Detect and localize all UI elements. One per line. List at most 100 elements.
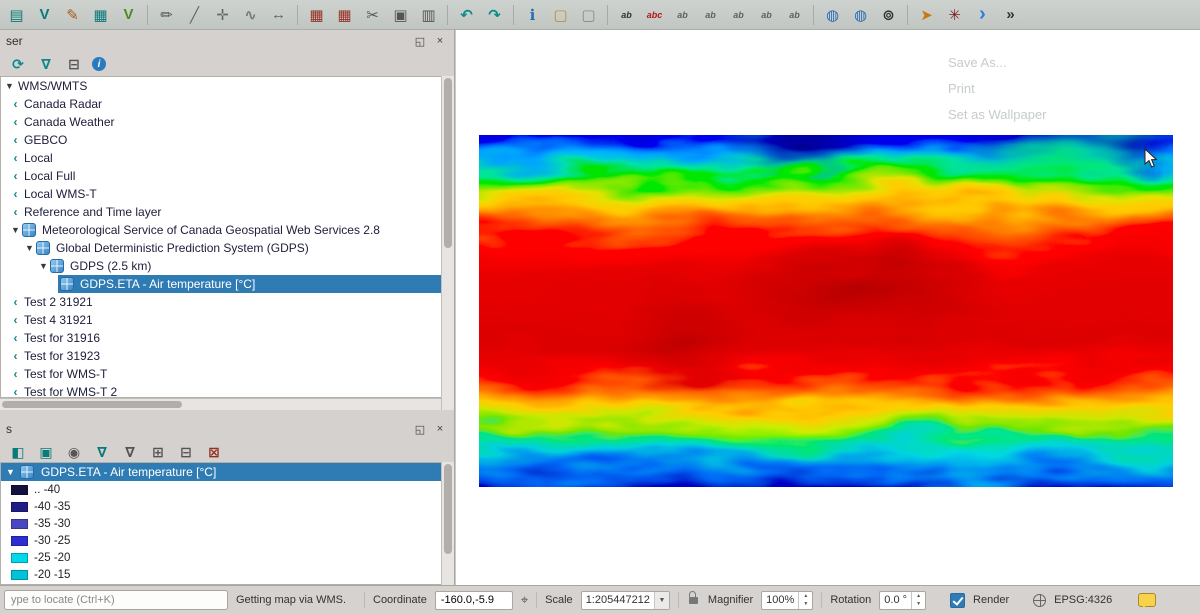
legend-item[interactable]: -20 -15 (1, 566, 441, 583)
spin-up-icon[interactable]: ▲ (912, 592, 925, 601)
chevron-collapsed-icon[interactable]: ‹ (9, 98, 22, 110)
undo-icon[interactable]: ↶ (454, 4, 479, 26)
render-checkbox[interactable] (950, 593, 965, 608)
bookmark-label-icon[interactable]: ab (782, 4, 807, 26)
tree-item-test-for-31916[interactable]: ‹ Test for 31916 (1, 329, 441, 347)
float-panel-icon[interactable]: ◱ (412, 33, 428, 49)
scrollbar-thumb[interactable] (444, 464, 452, 554)
save-project-icon[interactable]: ▦ (88, 4, 113, 26)
legend-item[interactable]: -30 -25 (1, 532, 441, 549)
tree-item-test-for-wms-t[interactable]: ‹ Test for WMS-T (1, 365, 441, 383)
expand-all-icon[interactable]: ⊞ (148, 442, 168, 462)
tree-item-canada-weather[interactable]: ‹ Canada Weather (1, 113, 441, 131)
tree-item-wms-wmts[interactable]: ▼ WMS/WMTS (1, 77, 441, 95)
chevron-down-icon[interactable]: ▼ (654, 592, 669, 609)
toolbar-overflow-icon[interactable]: » (998, 4, 1023, 26)
layer-diagram-icon[interactable]: ab (698, 4, 723, 26)
chevron-expanded-icon[interactable]: ▼ (4, 468, 17, 477)
chevron-collapsed-icon[interactable]: ‹ (9, 296, 22, 308)
metasearch-icon[interactable]: ◍ (820, 4, 845, 26)
attribute-table-icon[interactable]: ▦ (332, 4, 357, 26)
spin-down-icon[interactable]: ▼ (799, 600, 812, 609)
refresh-icon[interactable]: ⟳ (8, 54, 28, 74)
new-shapefile-layer-icon[interactable]: V (32, 4, 57, 26)
field-calculator-icon[interactable]: ▦ (304, 4, 329, 26)
chevron-collapsed-icon[interactable]: ‹ (9, 206, 22, 218)
tree-item-local[interactable]: ‹ Local (1, 149, 441, 167)
chevron-expanded-icon[interactable]: ▼ (9, 226, 22, 235)
copy-features-icon[interactable]: ▣ (388, 4, 413, 26)
spin-up-icon[interactable]: ▲ (799, 592, 812, 601)
spin-down-icon[interactable]: ▼ (912, 600, 925, 609)
filter-expression-icon[interactable]: ∇ (120, 442, 140, 462)
chevron-expanded-icon[interactable]: ▼ (23, 244, 36, 253)
filter-browser-icon[interactable]: ∇ (36, 54, 56, 74)
tree-item-gdps-eta-air-temperature[interactable]: GDPS.ETA - Air temperature [°C] (58, 275, 441, 293)
new-virtual-layer-icon[interactable]: V (116, 4, 141, 26)
legend-item[interactable]: -25 -20 (1, 549, 441, 566)
coordinate-input[interactable] (435, 591, 513, 610)
collapse-all-icon[interactable]: ⊟ (64, 54, 84, 74)
manage-map-themes-icon[interactable]: ◉ (64, 442, 84, 462)
redo-icon[interactable]: ↷ (482, 4, 507, 26)
vertex-tool-icon[interactable]: ╱ (182, 4, 207, 26)
tree-item-gdps-system[interactable]: ▼ Global Deterministic Prediction System… (1, 239, 441, 257)
crs-globe-icon[interactable] (1033, 594, 1046, 607)
layer-item-gdps-eta-air-temperature[interactable]: ▼ GDPS.ETA - Air temperature [°C] (1, 463, 441, 481)
chevron-expanded-icon[interactable]: ▼ (3, 82, 16, 91)
chevron-collapsed-icon[interactable]: ‹ (9, 170, 22, 182)
open-layer-styling-icon[interactable]: ◧ (8, 442, 28, 462)
add-group-icon[interactable]: ▣ (36, 442, 56, 462)
tree-item-gdps-25km[interactable]: ▼ GDPS (2.5 km) (1, 257, 441, 275)
measure-line-icon[interactable]: ↔ (266, 4, 291, 26)
tree-item-local-wms-t[interactable]: ‹ Local WMS-T (1, 185, 441, 203)
cut-features-icon[interactable]: ✂ (360, 4, 385, 26)
close-panel-icon[interactable]: × (432, 33, 448, 49)
crs-label[interactable]: EPSG:4326 (1054, 594, 1112, 606)
close-panel-icon[interactable]: × (432, 421, 448, 437)
remove-layer-icon[interactable]: ⊠ (204, 442, 224, 462)
chevron-collapsed-icon[interactable]: ‹ (9, 386, 22, 398)
browser-horizontal-scrollbar[interactable] (0, 398, 441, 410)
label-abc-icon[interactable]: abc (642, 4, 667, 26)
scrollbar-thumb[interactable] (2, 401, 182, 408)
tree-item-canada-radar[interactable]: ‹ Canada Radar (1, 95, 441, 113)
scale-combobox[interactable]: 1:205447212 ▼ (581, 591, 670, 610)
snapping-options-icon[interactable]: ∿ (238, 4, 263, 26)
annotation-icon[interactable]: ab (754, 4, 779, 26)
chevron-collapsed-icon[interactable]: ‹ (9, 368, 22, 380)
tree-item-msc-geospatial-services[interactable]: ▼ Meteorological Service of Canada Geosp… (1, 221, 441, 239)
layer-labeling-icon[interactable]: ab (670, 4, 695, 26)
chevron-collapsed-icon[interactable]: ‹ (9, 134, 22, 146)
message-log-icon[interactable] (1138, 593, 1156, 607)
tree-item-test-4-31921[interactable]: ‹ Test 4 31921 (1, 311, 441, 329)
chevron-collapsed-icon[interactable]: ‹ (9, 332, 22, 344)
style-manager-icon[interactable]: ✎ (60, 4, 85, 26)
paste-features-icon[interactable]: ▥ (416, 4, 441, 26)
map-tips-icon[interactable]: ab (726, 4, 751, 26)
chevron-collapsed-icon[interactable]: ‹ (9, 188, 22, 200)
properties-widget-icon[interactable]: i (92, 57, 106, 71)
osm-search-icon[interactable]: ➤ (914, 4, 939, 26)
geonode-browser-icon[interactable]: ◍ (848, 4, 873, 26)
chevron-collapsed-icon[interactable]: ‹ (9, 350, 22, 362)
layers-vertical-scrollbar[interactable] (441, 462, 454, 585)
deselect-features-icon[interactable]: ▢ (576, 4, 601, 26)
tree-item-reference-time-layer[interactable]: ‹ Reference and Time layer (1, 203, 441, 221)
collapse-all-icon[interactable]: ⊟ (176, 442, 196, 462)
lock-scale-icon[interactable] (689, 597, 698, 604)
filter-legend-icon[interactable]: ∇ (92, 442, 112, 462)
legend-item[interactable]: -40 -35 (1, 498, 441, 515)
search-binoculars-icon[interactable]: ⊚ (876, 4, 901, 26)
python-console-icon[interactable]: › (970, 4, 995, 26)
coordinate-toggle-icon[interactable]: ⌖ (521, 592, 528, 608)
spin-arrows[interactable]: ▲ ▼ (911, 592, 925, 609)
toggle-editing-icon[interactable]: ✏ (154, 4, 179, 26)
tree-item-test-for-wms-t-2[interactable]: ‹ Test for WMS-T 2 (1, 383, 441, 398)
locate-input[interactable] (4, 590, 228, 610)
label-pin-icon[interactable]: ab (614, 4, 639, 26)
scrollbar-thumb[interactable] (444, 78, 452, 248)
identify-features-icon[interactable]: ℹ (520, 4, 545, 26)
float-panel-icon[interactable]: ◱ (412, 421, 428, 437)
tree-item-local-full[interactable]: ‹ Local Full (1, 167, 441, 185)
